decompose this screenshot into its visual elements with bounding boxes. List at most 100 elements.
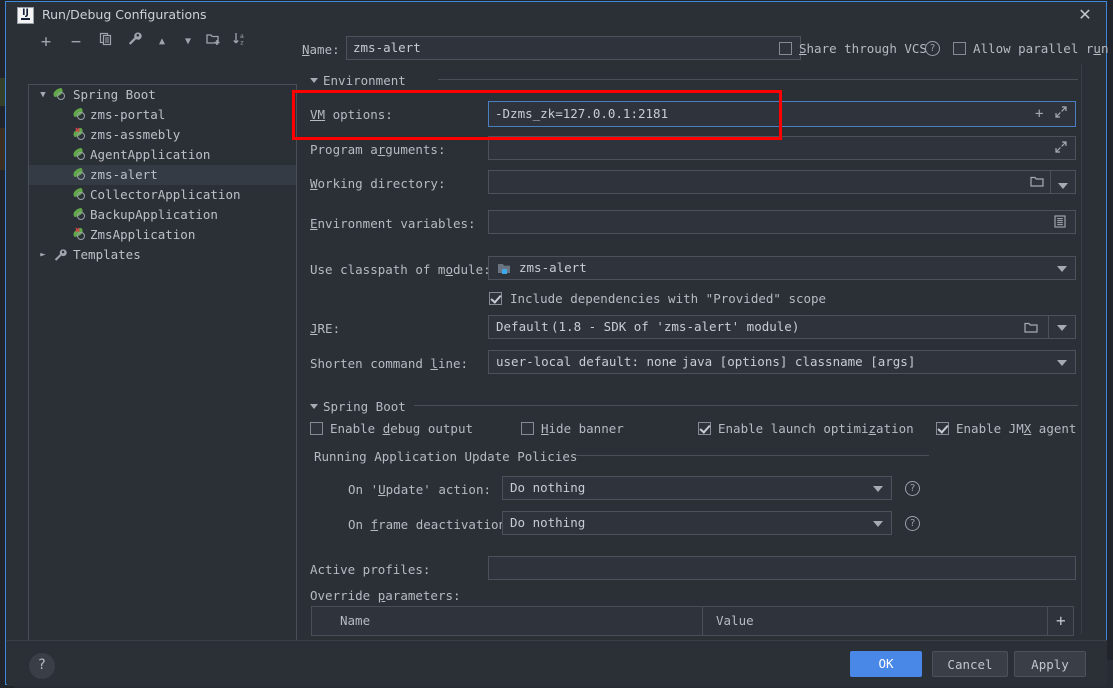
tree-item-templates[interactable]: ► Templates: [29, 245, 296, 265]
name-input[interactable]: zms-alert: [346, 36, 801, 60]
chevron-down-icon[interactable]: [873, 521, 883, 527]
on-frame-deactivation-dropdown[interactable]: Do nothing: [502, 511, 892, 535]
on-frame-deactivation-value: Do nothing: [510, 515, 586, 530]
share-vcs-help-icon[interactable]: ?: [925, 41, 940, 56]
divider: [1050, 170, 1051, 194]
spring-boot-icon: [52, 85, 68, 105]
apply-button[interactable]: Apply: [1014, 651, 1086, 677]
add-parameter-button[interactable]: +: [1056, 607, 1066, 635]
ok-button[interactable]: OK: [850, 651, 922, 677]
on-update-action-label: On 'Update' action:: [348, 482, 491, 497]
jre-dropdown[interactable]: Default (1.8 - SDK of 'zms-alert' module…: [488, 315, 1076, 339]
intellij-idea-icon: IJ: [17, 7, 34, 24]
on-frame-deactivation-label: On frame deactivation:: [348, 517, 514, 532]
annotation-highlight-box: [292, 90, 782, 140]
spring-boot-section-header[interactable]: Spring Boot: [310, 399, 406, 414]
vm-options-expand-icon[interactable]: [1055, 106, 1067, 121]
on-update-action-value: Do nothing: [510, 480, 586, 495]
environment-variables-list-icon[interactable]: [1054, 215, 1066, 231]
move-down-button[interactable]: ▼: [177, 30, 199, 54]
spring-boot-error-icon: ✖: [72, 125, 88, 145]
environment-section-header[interactable]: Environment: [310, 73, 406, 88]
folder-icon[interactable]: [1030, 175, 1045, 191]
dialog-title: Run/Debug Configurations: [42, 7, 207, 22]
close-icon[interactable]: ✕: [1076, 6, 1094, 24]
environment-variables-label: Environment variables:: [310, 216, 476, 231]
tree-item-zms-assmebly[interactable]: ✖ zms-assmebly: [29, 125, 296, 145]
jre-value-hint: (1.8 - SDK of 'zms-alert' module): [551, 319, 800, 334]
enable-launch-optimization-checkbox[interactable]: [698, 422, 711, 435]
sort-az-icon: a z: [233, 33, 244, 47]
tree-root-spring-boot[interactable]: ▼ Spring Boot: [29, 85, 296, 105]
chevron-down-icon[interactable]: [1057, 325, 1067, 331]
hide-banner-checkbox[interactable]: [521, 422, 534, 435]
spring-boot-icon: [72, 205, 88, 225]
section-divider: [438, 79, 1078, 80]
enable-debug-output-checkbox[interactable]: [310, 422, 323, 435]
vm-options-add-icon[interactable]: +: [1035, 106, 1043, 122]
tree-item-collectorapplication[interactable]: CollectorApplication: [29, 185, 296, 205]
new-folder-button[interactable]: [203, 30, 225, 54]
settings-scrollbar-track[interactable]: [1085, 64, 1097, 634]
module-classpath-dropdown[interactable]: zms-alert: [488, 256, 1076, 280]
use-classpath-label: Use classpath of module:: [310, 262, 491, 277]
chevron-down-icon[interactable]: ▼: [37, 85, 49, 105]
program-arguments-expand-icon[interactable]: [1055, 141, 1067, 156]
table-column-divider: [702, 607, 703, 635]
chevron-down-icon[interactable]: [310, 78, 318, 83]
update-policies-header: Running Application Update Policies: [314, 449, 578, 464]
active-profiles-label: Active profiles:: [310, 562, 431, 577]
copy-configuration-button[interactable]: [95, 30, 117, 54]
working-directory-dropdown-icon[interactable]: [1058, 178, 1068, 192]
cancel-button[interactable]: Cancel: [932, 651, 1008, 677]
chevron-right-icon[interactable]: ►: [37, 245, 49, 265]
include-dependencies-label: Include dependencies with "Provided" sco…: [510, 291, 827, 306]
section-divider: [414, 405, 1078, 406]
hide-banner-label: Hide banner: [541, 421, 624, 436]
shorten-command-hint: - java [options] classname [args]: [667, 354, 916, 369]
tree-item-zmsapplication[interactable]: ✖ ZmsApplication: [29, 225, 296, 245]
tree-item-agentapplication[interactable]: AgentApplication: [29, 145, 296, 165]
program-arguments-label: Program arguments:: [310, 142, 446, 157]
chevron-down-icon[interactable]: [1057, 266, 1067, 272]
tree-item-zms-alert[interactable]: zms-alert: [29, 165, 296, 185]
override-parameters-table[interactable]: Name Value +: [311, 606, 1074, 636]
tree-item-backupapplication[interactable]: BackupApplication: [29, 205, 296, 225]
tree-item-label: BackupApplication: [90, 207, 218, 222]
chevron-down-icon[interactable]: [873, 486, 883, 492]
tree-item-label: zms-portal: [90, 107, 166, 122]
move-up-button[interactable]: ▲: [151, 30, 173, 54]
spring-boot-icon: [72, 165, 88, 185]
chevron-down-icon[interactable]: [1057, 360, 1067, 366]
help-button[interactable]: ?: [29, 653, 55, 679]
remove-configuration-button[interactable]: −: [65, 30, 87, 54]
module-classpath-value: zms-alert: [519, 260, 587, 275]
share-vcs-checkbox[interactable]: [779, 42, 792, 55]
folder-icon[interactable]: [1024, 321, 1039, 337]
edit-templates-button[interactable]: [123, 30, 145, 54]
spring-boot-icon: [72, 145, 88, 165]
add-configuration-button[interactable]: +: [35, 30, 57, 54]
allow-parallel-run-label: Allow parallel run: [973, 41, 1109, 56]
on-update-action-dropdown[interactable]: Do nothing: [502, 476, 892, 500]
configurations-panel: + − ▲ ▼ a z ▼ Spring Boot zms-portal ✖ z…: [17, 30, 297, 663]
svg-text:z: z: [240, 40, 244, 47]
shorten-command-line-dropdown[interactable]: user-local default: none - java [options…: [488, 350, 1076, 374]
module-icon: [497, 262, 511, 278]
include-dependencies-checkbox[interactable]: [489, 292, 502, 305]
enable-jmx-agent-checkbox[interactable]: [936, 422, 949, 435]
run-debug-configurations-dialog: IJ Run/Debug Configurations ✕ + − ▲ ▼ a …: [5, 1, 1109, 686]
tree-item-zms-portal[interactable]: zms-portal: [29, 105, 296, 125]
active-profiles-input[interactable]: [488, 556, 1076, 580]
configurations-tree[interactable]: ▼ Spring Boot zms-portal ✖ zms-assmebly: [28, 84, 297, 663]
spring-boot-icon: [72, 185, 88, 205]
environment-variables-input[interactable]: [488, 210, 1076, 234]
sort-configurations-button[interactable]: a z: [229, 30, 251, 54]
working-directory-input[interactable]: [488, 170, 1076, 194]
section-divider: [576, 455, 929, 456]
chevron-down-icon[interactable]: [310, 404, 318, 409]
tree-root-label: Spring Boot: [73, 87, 156, 102]
on-frame-deactivation-help-icon[interactable]: ?: [905, 516, 920, 531]
allow-parallel-run-checkbox[interactable]: [953, 42, 966, 55]
on-update-action-help-icon[interactable]: ?: [905, 481, 920, 496]
